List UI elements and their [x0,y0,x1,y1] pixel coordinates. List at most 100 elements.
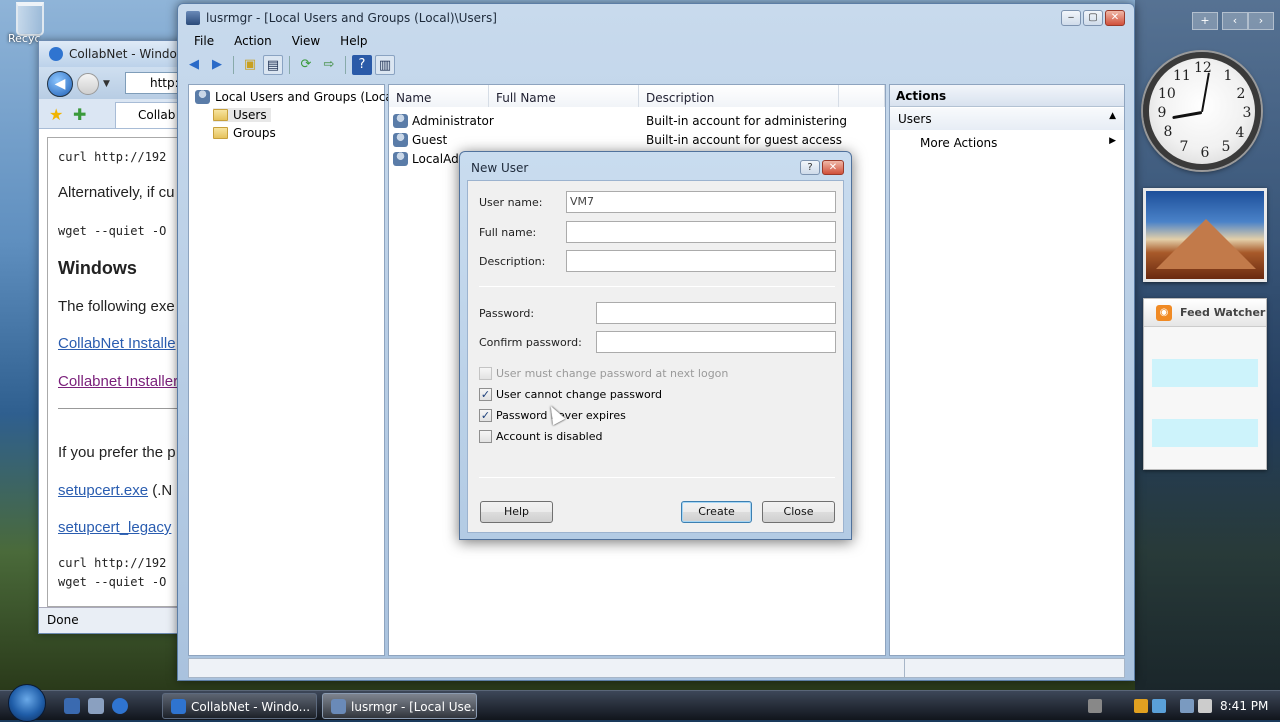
column-header-name[interactable]: Name [389,85,489,107]
export-list-icon[interactable]: ⇨ [319,55,339,75]
back-arrow-icon[interactable]: ◀ [184,55,204,75]
user-description: Built-in account for guest access t... [646,133,846,147]
start-button[interactable] [8,684,46,722]
network-icon[interactable] [1180,699,1194,713]
dialog-help-button[interactable]: ? [800,160,820,175]
checkbox-label: User cannot change password [496,388,663,401]
user-name: Administrator [412,114,494,128]
help-icon[interactable]: ? [352,55,372,75]
column-header-full-name[interactable]: Full Name [489,85,639,107]
description-label: Description: [479,255,546,268]
show-action-pane-icon[interactable]: ▥ [375,55,395,75]
minimize-button[interactable]: ‒ [1061,10,1081,26]
quicklaunch-ie-icon[interactable] [64,698,80,714]
volume-muted-icon[interactable] [1198,699,1212,713]
paragraph-text: Alternatively, if cu [58,184,175,201]
back-icon[interactable]: ◀ [47,71,73,97]
actions-section-label: Users [898,112,932,126]
page-content: curl http://192 Alternatively, if cu wge… [47,137,179,607]
lusrmgr-task-icon [331,699,346,714]
tab-label: Collab [138,108,176,122]
username-input[interactable]: VM7 [566,191,836,213]
fullname-input[interactable] [566,221,836,243]
sidebar-add-button[interactable]: + [1192,12,1218,30]
ie-icon [49,47,63,61]
history-dropdown-icon[interactable]: ▼ [103,79,110,89]
tree-groups-label: Groups [233,126,276,140]
clock-gadget[interactable]: 12 1 2 3 4 5 6 7 8 9 10 11 [1143,52,1261,170]
keyboard-icon[interactable] [1088,699,1102,713]
maximize-button[interactable]: ▢ [1083,10,1103,26]
taskbar-item-browser[interactable]: CollabNet - Windo... [162,693,317,719]
show-hide-tree-icon[interactable]: ▤ [263,55,283,75]
forward-icon[interactable] [77,73,99,95]
close-button[interactable]: ✕ [1105,10,1125,26]
checkbox-label: Account is disabled [496,430,603,443]
setupcert-legacy-link[interactable]: setupcert_legacy [58,519,171,536]
quicklaunch-browser-icon[interactable] [112,698,128,714]
close-dialog-button[interactable]: Close [762,501,835,523]
address-text: http: [150,76,179,90]
actions-header: Actions [890,85,1124,107]
more-actions-item[interactable]: More Actions ▶ [890,130,1124,150]
clock-number: 2 [1236,86,1246,102]
refresh-icon[interactable]: ⟳ [296,55,316,75]
favorites-star-icon[interactable]: ★ [49,105,63,124]
password-input[interactable] [596,302,836,324]
table-row[interactable]: Guest Built-in account for guest access … [393,131,846,149]
user-icon [393,152,408,166]
setupcert-link[interactable]: setupcert.exe [58,482,148,499]
browser-task-icon [171,699,186,714]
collapse-arrow-icon[interactable]: ▲ [1109,111,1116,121]
taskbar-clock[interactable]: 8:41 PM [1220,699,1268,713]
menu-view[interactable]: View [282,32,330,52]
browser-tab-bar: ★ ✚ Collab [39,99,195,129]
browser-window[interactable]: CollabNet - Window ◀ ▼ http: ★ ✚ Collab … [38,40,195,634]
menu-help[interactable]: Help [330,32,377,52]
quicklaunch-desktop-icon[interactable] [88,698,104,714]
sidebar-prev-button[interactable]: ‹ [1222,12,1248,30]
setupcert-suffix: (.N [148,482,173,499]
recycle-bin-icon [16,2,44,36]
checkbox-box: ✓ [479,388,492,401]
forward-arrow-icon[interactable]: ▶ [207,55,227,75]
menu-action[interactable]: Action [224,32,282,52]
add-favorites-icon[interactable]: ✚ [73,105,86,124]
sidebar-next-button[interactable]: › [1248,12,1274,30]
windows-update-icon[interactable] [1152,699,1166,713]
security-shield-icon[interactable] [1134,699,1148,713]
tree-item-users[interactable]: Users [213,108,271,122]
clock-hour-hand [1172,111,1203,120]
description-input[interactable] [566,250,836,272]
section-heading: Windows [58,258,137,278]
new-user-dialog[interactable]: New User ? ✕ User name: VM7 Full name: D… [459,151,852,540]
folder-icon [213,109,228,121]
up-folder-icon[interactable]: ▣ [240,55,260,75]
slideshow-gadget[interactable] [1143,188,1267,282]
must-change-password-checkbox[interactable]: User must change password at next logon [479,367,728,380]
cannot-change-password-checkbox[interactable]: ✓ User cannot change password [479,388,662,401]
user-icon [393,114,408,128]
confirm-password-input[interactable] [596,331,836,353]
feed-watcher-gadget[interactable]: ◉ Feed Watcher [1143,298,1267,470]
browser-status-bar: Done [39,607,187,633]
paragraph-text: The following exe [58,298,175,315]
menu-file[interactable]: File [184,32,224,52]
feed-title: Feed Watcher [1180,306,1266,319]
clock-number: 6 [1200,145,1210,161]
dialog-close-button[interactable]: ✕ [822,160,844,175]
tree-item-root[interactable]: Local Users and Groups (Local) [195,90,401,104]
feed-row[interactable] [1152,419,1258,447]
installer-link-visited[interactable]: Collabnet Installer [58,373,178,390]
create-button[interactable]: Create [681,501,752,523]
feed-row[interactable] [1152,359,1258,387]
actions-section-users[interactable]: Users ▲ [890,108,1124,130]
taskbar-item-lusrmgr[interactable]: lusrmgr - [Local Use... [322,693,477,719]
account-disabled-checkbox[interactable]: Account is disabled [479,430,603,443]
tree-item-groups[interactable]: Groups [213,126,276,140]
table-row[interactable]: Administrator Built-in account for admin… [393,112,846,130]
help-button[interactable]: Help [480,501,553,523]
installer-link[interactable]: CollabNet Installe [58,335,176,352]
column-header-description[interactable]: Description [639,85,839,107]
confirm-password-label: Confirm password: [479,336,582,349]
